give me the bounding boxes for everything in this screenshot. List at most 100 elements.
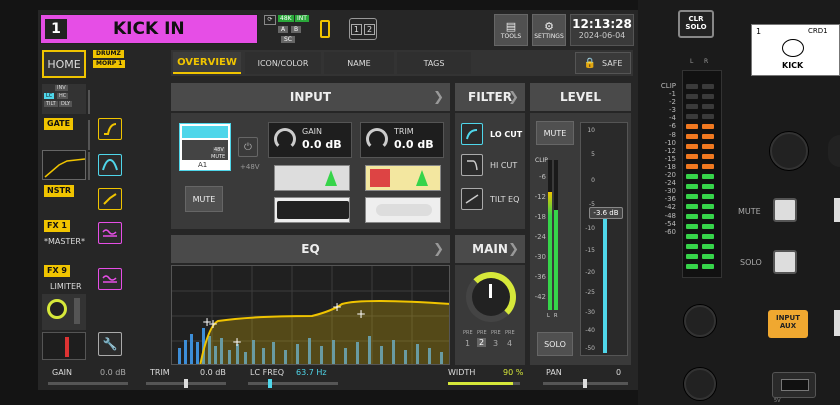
tilt-eq-label[interactable]: TILT EQ (490, 195, 519, 204)
lo-cut-label[interactable]: LO CUT (490, 130, 522, 139)
trim-knob-icon (366, 128, 388, 150)
main-solo-button[interactable]: SOLO (537, 332, 573, 356)
hw-meter-tick: -12 (664, 146, 676, 155)
bottom-trim-slider[interactable] (146, 379, 226, 388)
hw-meter-l-label: L (690, 58, 694, 65)
tab-name[interactable]: NAME (324, 52, 394, 74)
wrench-icon[interactable]: 🔧 (98, 332, 122, 356)
right-edge-knob[interactable] (828, 135, 840, 167)
input-mute-button[interactable]: MUTE (185, 186, 223, 212)
hw-solo-button[interactable] (773, 250, 797, 274)
hw-solo-label: SOLO (740, 258, 762, 267)
gate-icon[interactable] (98, 118, 122, 140)
tilt-eq-icon[interactable] (461, 188, 483, 210)
input-flags[interactable]: INV LC HC TILT DLY (42, 84, 86, 114)
nstr-label[interactable]: NSTR (44, 185, 75, 197)
bottom-gain-slider[interactable] (48, 382, 128, 385)
level-meter-r-label: R (554, 313, 558, 319)
meter-led (686, 244, 698, 249)
bottom-pan-slider[interactable] (543, 379, 628, 388)
hw-meter-tick: -3 (669, 106, 676, 115)
bottom-lc-slider[interactable] (248, 379, 338, 388)
gain-control[interactable]: GAIN 0.0 dB (268, 122, 352, 158)
settings-button[interactable]: ⚙ SETTINGS (532, 14, 566, 46)
fader-tick: -40 (585, 327, 595, 334)
fader-tick: -10 (585, 225, 595, 232)
fx1-icon[interactable] (98, 222, 122, 244)
input-aux-button[interactable]: INPUT AUX (768, 310, 808, 338)
fx1-label[interactable]: FX 1 (44, 220, 70, 232)
dyn-curve-icon (44, 158, 86, 178)
home-button[interactable]: HOME (42, 50, 86, 78)
right-edge-button-2[interactable] (834, 310, 840, 336)
tab-tags[interactable]: TAGS (397, 52, 471, 74)
hi-cut-icon[interactable] (461, 154, 483, 176)
meter-led (702, 194, 714, 199)
mini-fader-area[interactable] (42, 332, 86, 360)
input-title: INPUT (289, 90, 332, 104)
fx9-wave-icon (102, 275, 117, 283)
trim-control[interactable]: TRIM 0.0 dB (360, 122, 444, 158)
eq-icon[interactable] (98, 154, 122, 176)
input-header[interactable]: INPUT ❯ (171, 83, 450, 111)
dyn-graph[interactable] (42, 150, 86, 180)
encoder-knob-3[interactable] (684, 368, 716, 400)
clr-label: CLR (688, 15, 704, 23)
preamp4-knobs (376, 204, 432, 216)
fader-cap[interactable]: -3.6 dB (589, 207, 623, 219)
level-mute-button[interactable]: MUTE (536, 121, 574, 145)
send-1[interactable]: 1 (465, 339, 470, 348)
safe-button[interactable]: 🔒 SAFE (575, 52, 631, 74)
svg-text:+: + (356, 307, 366, 321)
fx9-label[interactable]: FX 9 (44, 265, 70, 277)
lo-cut-icon[interactable] (461, 123, 483, 145)
hw-mute-button[interactable] (773, 198, 797, 222)
preamp-image-3[interactable] (274, 197, 350, 223)
fx9-icon[interactable] (98, 268, 122, 290)
send-4[interactable]: 4 (507, 339, 512, 348)
main-solo-label: SOLO (544, 339, 566, 349)
level-fader-track[interactable]: 10 5 0 -5 -10 -15 -20 -25 -30 -40 -50 -3… (580, 122, 628, 356)
hw-meter-tick: -1 (669, 90, 676, 99)
gate-label[interactable]: GATE (44, 118, 74, 130)
meter-led (686, 234, 698, 239)
eq-header[interactable]: EQ ❯ (171, 235, 450, 263)
main-header[interactable]: MAIN ❯ (455, 235, 525, 263)
fader-tick: -25 (585, 289, 595, 296)
channel-name-bar[interactable]: 1 KICK IN (40, 14, 258, 44)
tab-overview[interactable]: OVERVIEW (173, 52, 241, 74)
send-2[interactable]: 2 (477, 338, 487, 347)
eq-graph[interactable]: + + + + + (171, 265, 450, 365)
encoder-knob-2[interactable] (684, 305, 716, 337)
source-box[interactable]: 48V MUTE A1 (179, 123, 231, 171)
phantom-button[interactable]: ⏻ (238, 137, 258, 157)
pre-3: PRE (491, 330, 501, 336)
bottom-width-slider[interactable] (448, 382, 520, 385)
filter-header[interactable]: FILTER ❯ (455, 83, 525, 111)
main-knob[interactable] (466, 272, 516, 322)
bank-button[interactable]: 1 2 (349, 18, 377, 40)
channel-name: KICK IN (113, 19, 185, 39)
compressor-icon[interactable] (98, 188, 122, 210)
level-meter-r-fill (554, 210, 558, 310)
send-knob-mini[interactable] (42, 294, 86, 330)
hw-meter-tick: -48 (664, 211, 676, 220)
preamp-image-4[interactable] (365, 197, 441, 223)
encoder-knob-1[interactable] (770, 132, 808, 170)
gain-knob-icon (274, 128, 296, 150)
clr-solo-button[interactable]: CLR SOLO (678, 10, 714, 38)
send-knob (47, 299, 67, 319)
hi-cut-label[interactable]: HI CUT (490, 161, 517, 170)
tools-button[interactable]: ▤ TOOLS (494, 14, 528, 46)
status-block: ⟳ 48K INT A B SC (264, 15, 310, 45)
preamp-image-1[interactable] (274, 165, 350, 191)
level-title: LEVEL (560, 90, 601, 104)
tools-icon: ▤ (505, 20, 517, 33)
fader-tick: -15 (585, 247, 595, 254)
level-header[interactable]: LEVEL (530, 83, 631, 111)
tab-icon-color[interactable]: ICON/COLOR (245, 52, 321, 74)
preamp-image-2[interactable] (365, 165, 441, 191)
right-edge-button-1[interactable] (834, 198, 840, 222)
bottom-lc-knob (268, 379, 272, 388)
send-3[interactable]: 3 (493, 339, 498, 348)
